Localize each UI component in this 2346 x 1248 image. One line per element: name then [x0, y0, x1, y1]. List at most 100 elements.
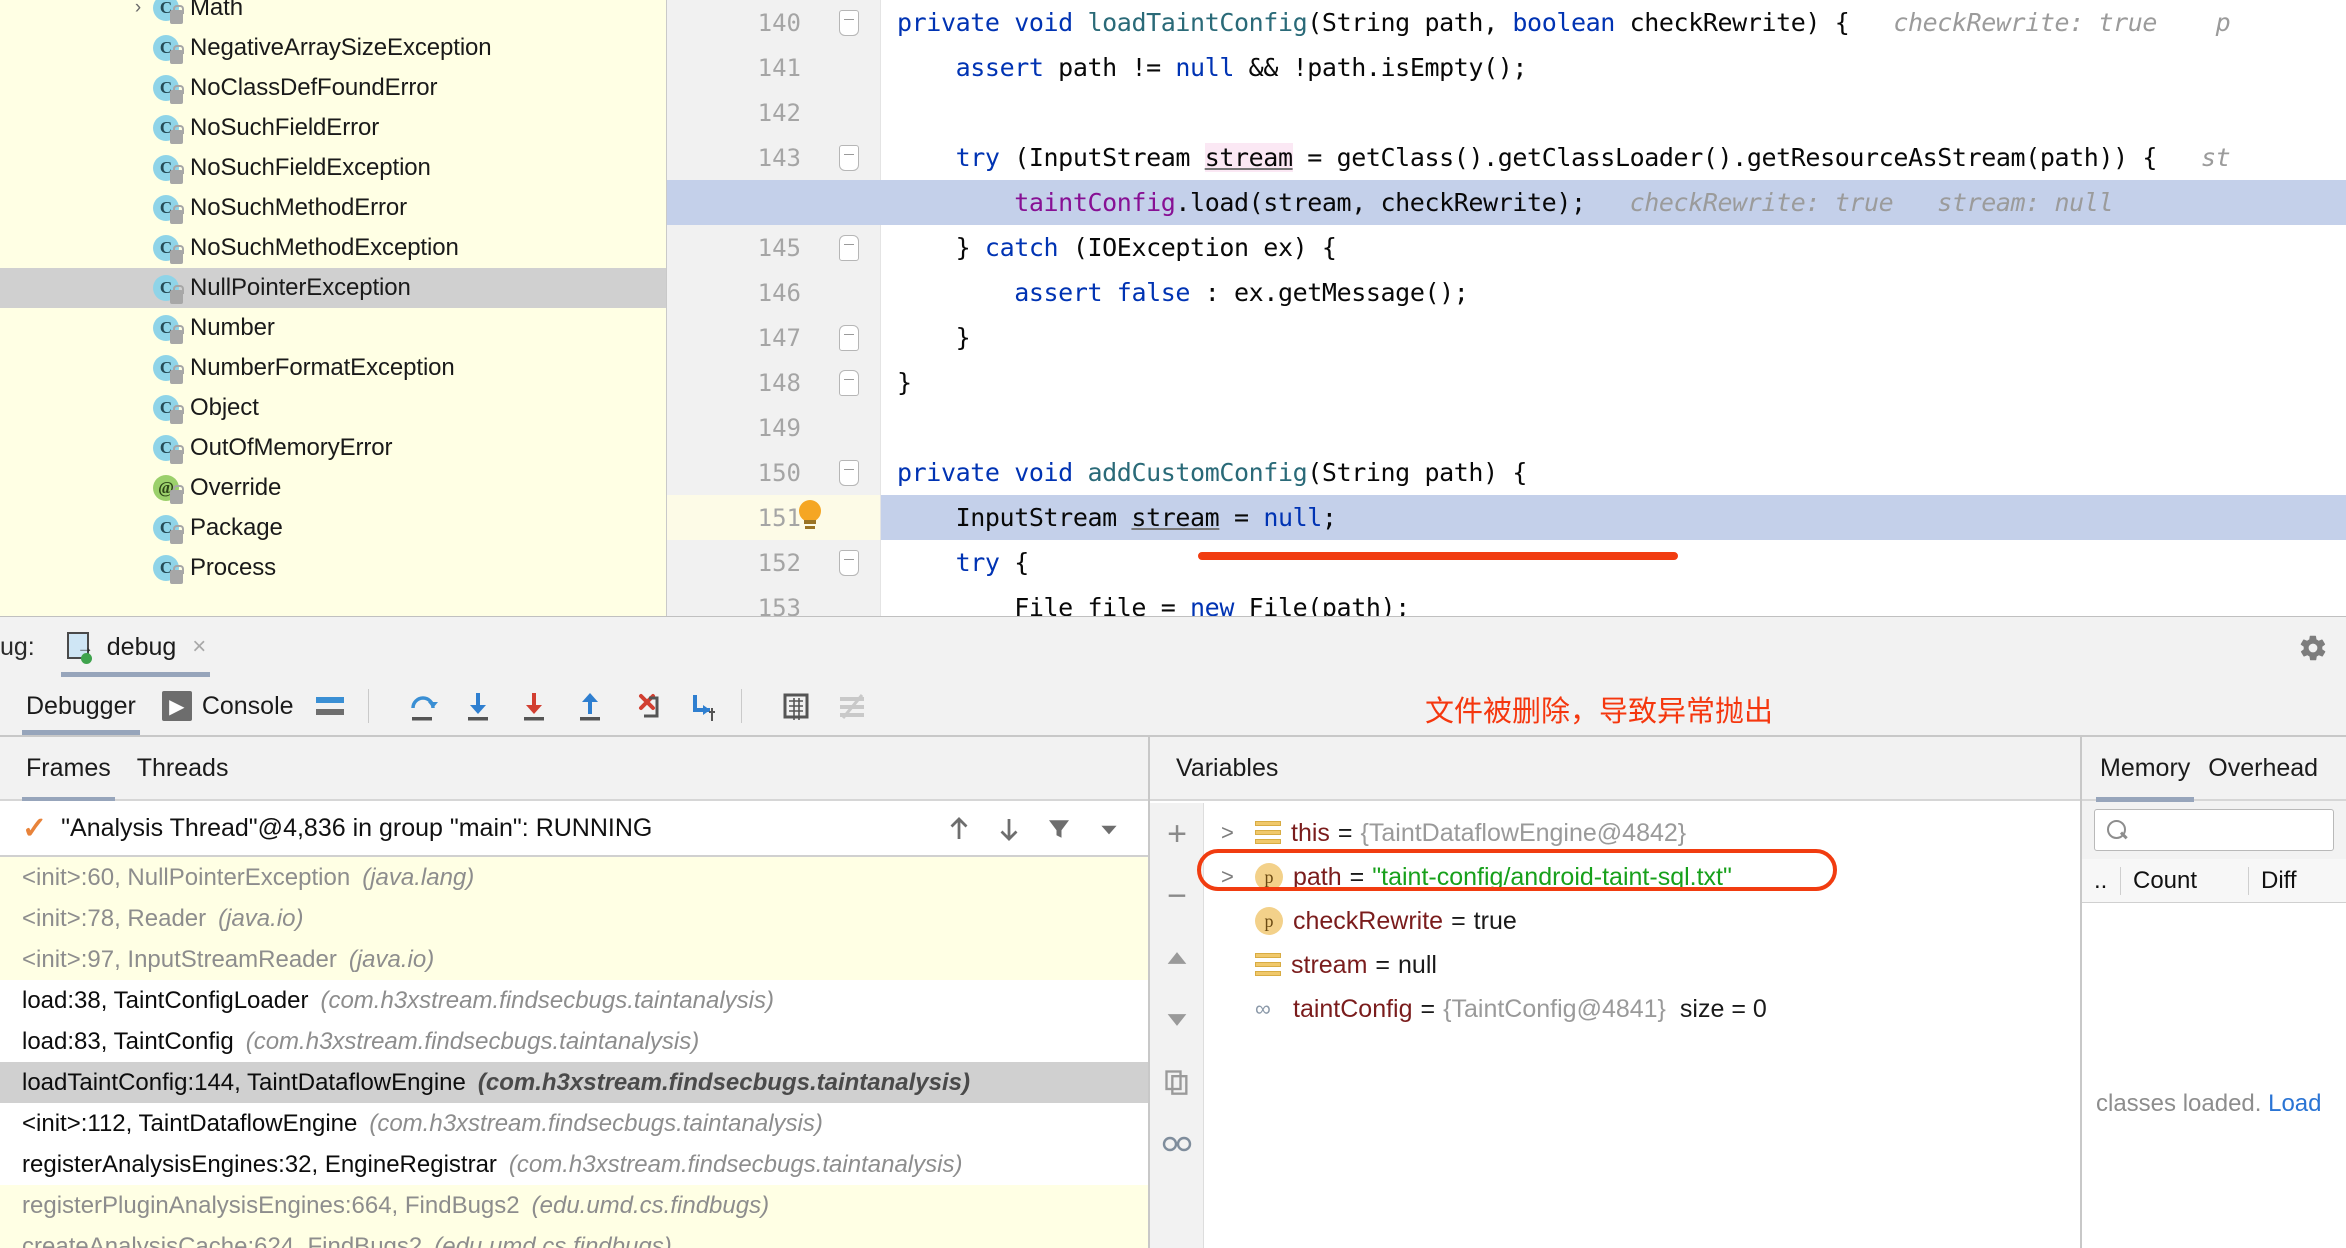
tree-item[interactable]: C NoSuchFieldError	[0, 108, 666, 148]
frame-method: <init>:78, Reader	[22, 904, 207, 932]
memory-column-header[interactable]: Count	[2120, 866, 2248, 895]
tab-frames[interactable]: Frames	[22, 736, 115, 802]
class-icon: C	[151, 513, 184, 544]
tab-memory[interactable]: Memory	[2095, 736, 2195, 802]
add-icon[interactable]: +	[1150, 803, 1204, 865]
tree-item[interactable]: C Process	[0, 548, 666, 588]
frame-row[interactable]: load:83, TaintConfig (com.h3xstream.finds…	[0, 1021, 1148, 1062]
tool-window-label: ug:	[0, 632, 35, 661]
move-up-icon[interactable]	[1150, 927, 1204, 989]
thread-label: "Analysis Thread"@4,836 in group "main":…	[61, 813, 653, 842]
tree-item[interactable]: @ Override	[0, 468, 666, 508]
tree-item-label: NoClassDefFoundError	[190, 74, 438, 101]
watches-icon[interactable]	[1150, 1113, 1204, 1175]
variable-indent: ›	[1221, 996, 1255, 1022]
line-number[interactable]: 142	[667, 99, 817, 127]
arrow-down-icon[interactable]	[984, 801, 1034, 857]
frame-row[interactable]: registerAnalysisEngines:32, EngineRegist…	[0, 1144, 1148, 1185]
remove-icon[interactable]: −	[1150, 865, 1204, 927]
field-icon	[1255, 820, 1281, 846]
tree-item[interactable]: C NullPointerException	[0, 268, 666, 308]
chevron-right-icon[interactable]: >	[1221, 820, 1255, 846]
step-over-icon[interactable]	[403, 686, 443, 726]
frame-method: registerAnalysisEngines:32, EngineRegist…	[22, 1150, 497, 1178]
tab-overhead[interactable]: Overhead	[2208, 736, 2318, 800]
variable-value: true	[1473, 906, 1517, 935]
close-icon[interactable]: ×	[192, 633, 206, 661]
frame-row[interactable]: <init>:112, TaintDataflowEngine (com.h3xs…	[0, 1103, 1148, 1144]
memory-column-header[interactable]: Diff	[2248, 866, 2346, 895]
tree-item-label: NoSuchMethodError	[190, 194, 408, 221]
tree-item[interactable]: C NoSuchMethodError	[0, 188, 666, 228]
frame-method: createAnalysisCache:624, FindBugs2	[22, 1232, 423, 1248]
copy-icon[interactable]	[1150, 1051, 1204, 1113]
editor-line: 142	[667, 90, 2346, 135]
memory-panel: Memory Overhead .. Count Diff classes loade…	[2082, 737, 2346, 1248]
debug-tool-window: ug: → debug × Debugger ▶ Console Frames …	[0, 552, 2346, 1248]
gear-icon[interactable]	[2298, 633, 2328, 663]
variable-row[interactable]: > this = {TaintDataflowEngine@4842}	[1205, 811, 2080, 855]
tree-item[interactable]: C NoClassDefFoundError	[0, 68, 666, 108]
frames-tabs: Frames Threads	[0, 736, 1148, 802]
tree-item[interactable]: C Package	[0, 508, 666, 548]
debug-session-tab[interactable]: → debug ×	[51, 617, 221, 677]
memory-load-link[interactable]: Load	[2268, 1090, 2321, 1117]
variables-list[interactable]: > this = {TaintDataflowEngine@4842} > p path = "…	[1197, 803, 2080, 1248]
tree-item[interactable]: C Number	[0, 308, 666, 348]
variable-row[interactable]: ›p checkRewrite=true	[1205, 899, 2080, 943]
filter-icon[interactable]	[1034, 801, 1084, 857]
tree-item[interactable]: C OutOfMemoryError	[0, 428, 666, 468]
frame-row[interactable]: registerPluginAnalysisEngines:664, FindB…	[0, 1185, 1148, 1226]
project-tree[interactable]: › C Math C NegativeArraySizeException C NoClas…	[0, 0, 667, 616]
force-step-into-icon[interactable]	[515, 686, 555, 726]
layout-icon[interactable]	[310, 686, 350, 726]
frame-package: (edu.umd.cs.findbugs)	[434, 1232, 672, 1248]
frame-row[interactable]: <init>:78, Reader (java.io)	[0, 898, 1148, 939]
tab-threads[interactable]: Threads	[137, 736, 229, 800]
step-out-icon[interactable]	[571, 686, 611, 726]
frame-row[interactable]: <init>:60, NullPointerException (java.lan…	[0, 857, 1148, 898]
frame-list[interactable]: <init>:60, NullPointerException (java.lan…	[0, 857, 1148, 1248]
inlay-hint-4: checkRewrite: true	[1629, 188, 1894, 217]
tree-item[interactable]: C Object	[0, 388, 666, 428]
memory-status-text: classes loaded.	[2096, 1090, 2262, 1117]
frame-row[interactable]: loadTaintConfig:144, TaintDataflowEngine…	[0, 1062, 1148, 1103]
tree-item[interactable]: C NoSuchFieldException	[0, 148, 666, 188]
code-editor[interactable]: 1401411421431441451461471481491501511521…	[667, 0, 2346, 616]
frame-row[interactable]: <init>:97, InputStreamReader (java.io)	[0, 939, 1148, 980]
frame-package: (com.h3xstream.findsecbugs.taintanalysis…	[508, 1150, 963, 1178]
tree-item[interactable]: › C Math	[0, 0, 666, 28]
evaluate-expression-icon[interactable]	[776, 686, 816, 726]
step-into-icon[interactable]	[459, 686, 499, 726]
variable-name: checkRewrite	[1293, 906, 1444, 935]
class-icon: C	[151, 233, 184, 264]
variable-row[interactable]: > p path = "taint-config/android-taint-sql.t…	[1205, 855, 2080, 899]
tab-console[interactable]: ▶ Console	[161, 677, 294, 735]
run-to-cursor-icon[interactable]	[683, 686, 723, 726]
equals-sign: =	[1375, 950, 1391, 979]
mute-breakpoints-icon[interactable]	[832, 686, 872, 726]
frame-row[interactable]: load:38, TaintConfigLoader (com.h3xstream…	[0, 980, 1148, 1021]
tree-item[interactable]: C NumberFormatException	[0, 348, 666, 388]
variable-row[interactable]: ›∞ taintConfig={TaintConfig@4841} size = 0	[1205, 987, 2080, 1031]
run-configuration-icon: →	[65, 631, 97, 664]
memory-column-header[interactable]: ..	[2082, 867, 2120, 895]
memory-search-input[interactable]	[2094, 809, 2334, 851]
class-icon: C	[151, 433, 184, 464]
tab-debugger[interactable]: Debugger	[22, 677, 140, 735]
move-down-icon[interactable]	[1150, 989, 1204, 1051]
line-number[interactable]: 149	[667, 414, 817, 442]
chevron-right-icon[interactable]: >	[1221, 864, 1255, 890]
drop-frame-icon[interactable]	[627, 686, 667, 726]
debug-tabbar: ug: → debug ×	[0, 617, 2346, 677]
tree-item[interactable]: C NoSuchMethodException	[0, 228, 666, 268]
thread-selector[interactable]: ✓ "Analysis Thread"@4,836 in group "main…	[0, 801, 1148, 857]
tree-item[interactable]: C NegativeArraySizeException	[0, 28, 666, 68]
dropdown-icon[interactable]	[1084, 801, 1134, 857]
frame-row[interactable]: createAnalysisCache:624, FindBugs2 (edu.u…	[0, 1226, 1148, 1248]
variable-row[interactable]: › stream=null	[1205, 943, 2080, 987]
debug-tab-label: debug	[106, 632, 177, 661]
chevron-right-icon[interactable]: ›	[125, 0, 151, 19]
arrow-up-icon[interactable]	[934, 801, 984, 857]
class-icon: C	[151, 193, 184, 224]
